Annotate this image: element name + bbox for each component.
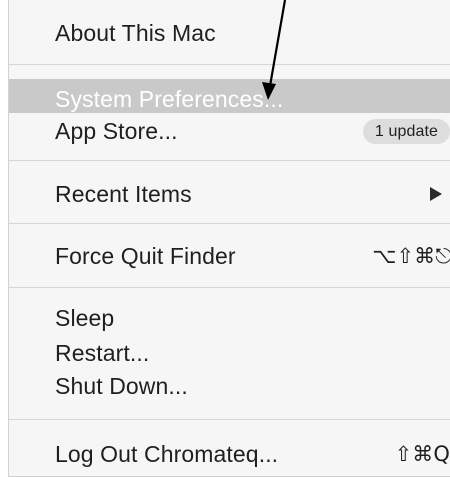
menu-item-label: Shut Down... <box>55 372 188 399</box>
menu-item-label: App Store... <box>55 117 178 144</box>
menu-separator <box>9 287 450 288</box>
keyboard-shortcut: ⌥⇧⌘⎋ <box>372 243 450 268</box>
menu-item-system-preferences[interactable]: System Preferences... <box>9 79 450 113</box>
menu-item-force-quit-finder[interactable]: Force Quit Finder ⌥⇧⌘⎋ <box>9 240 450 272</box>
submenu-arrow-icon <box>430 187 442 201</box>
menu-item-log-out[interactable]: Log Out Chromateq... ⇧⌘Q <box>9 438 450 470</box>
menu-item-sleep[interactable]: Sleep <box>9 302 450 334</box>
menu-item-about-this-mac[interactable]: About This Mac <box>9 17 450 49</box>
menu-item-label: Force Quit Finder <box>55 242 236 269</box>
menu-separator <box>9 64 450 65</box>
update-badge: 1 update <box>362 118 450 144</box>
menu-item-label: Recent Items <box>55 180 192 207</box>
menu-item-app-store[interactable]: App Store... 1 update <box>9 115 450 147</box>
menu-item-label: System Preferences... <box>55 85 284 112</box>
menu-item-recent-items[interactable]: Recent Items <box>9 178 450 210</box>
menu-separator <box>9 419 450 420</box>
apple-menu: About This Mac System Preferences... App… <box>8 0 450 477</box>
menu-item-label: Sleep <box>55 304 115 331</box>
keyboard-shortcut: ⇧⌘Q <box>394 442 450 466</box>
menu-separator <box>9 223 450 224</box>
menu-item-label: Log Out Chromateq... <box>55 440 279 467</box>
menu-separator <box>9 160 450 161</box>
menu-item-label: Restart... <box>55 339 150 366</box>
menu-item-shut-down[interactable]: Shut Down... <box>9 370 450 402</box>
menu-item-label: About This Mac <box>55 19 216 46</box>
menu-item-restart[interactable]: Restart... <box>9 337 450 369</box>
